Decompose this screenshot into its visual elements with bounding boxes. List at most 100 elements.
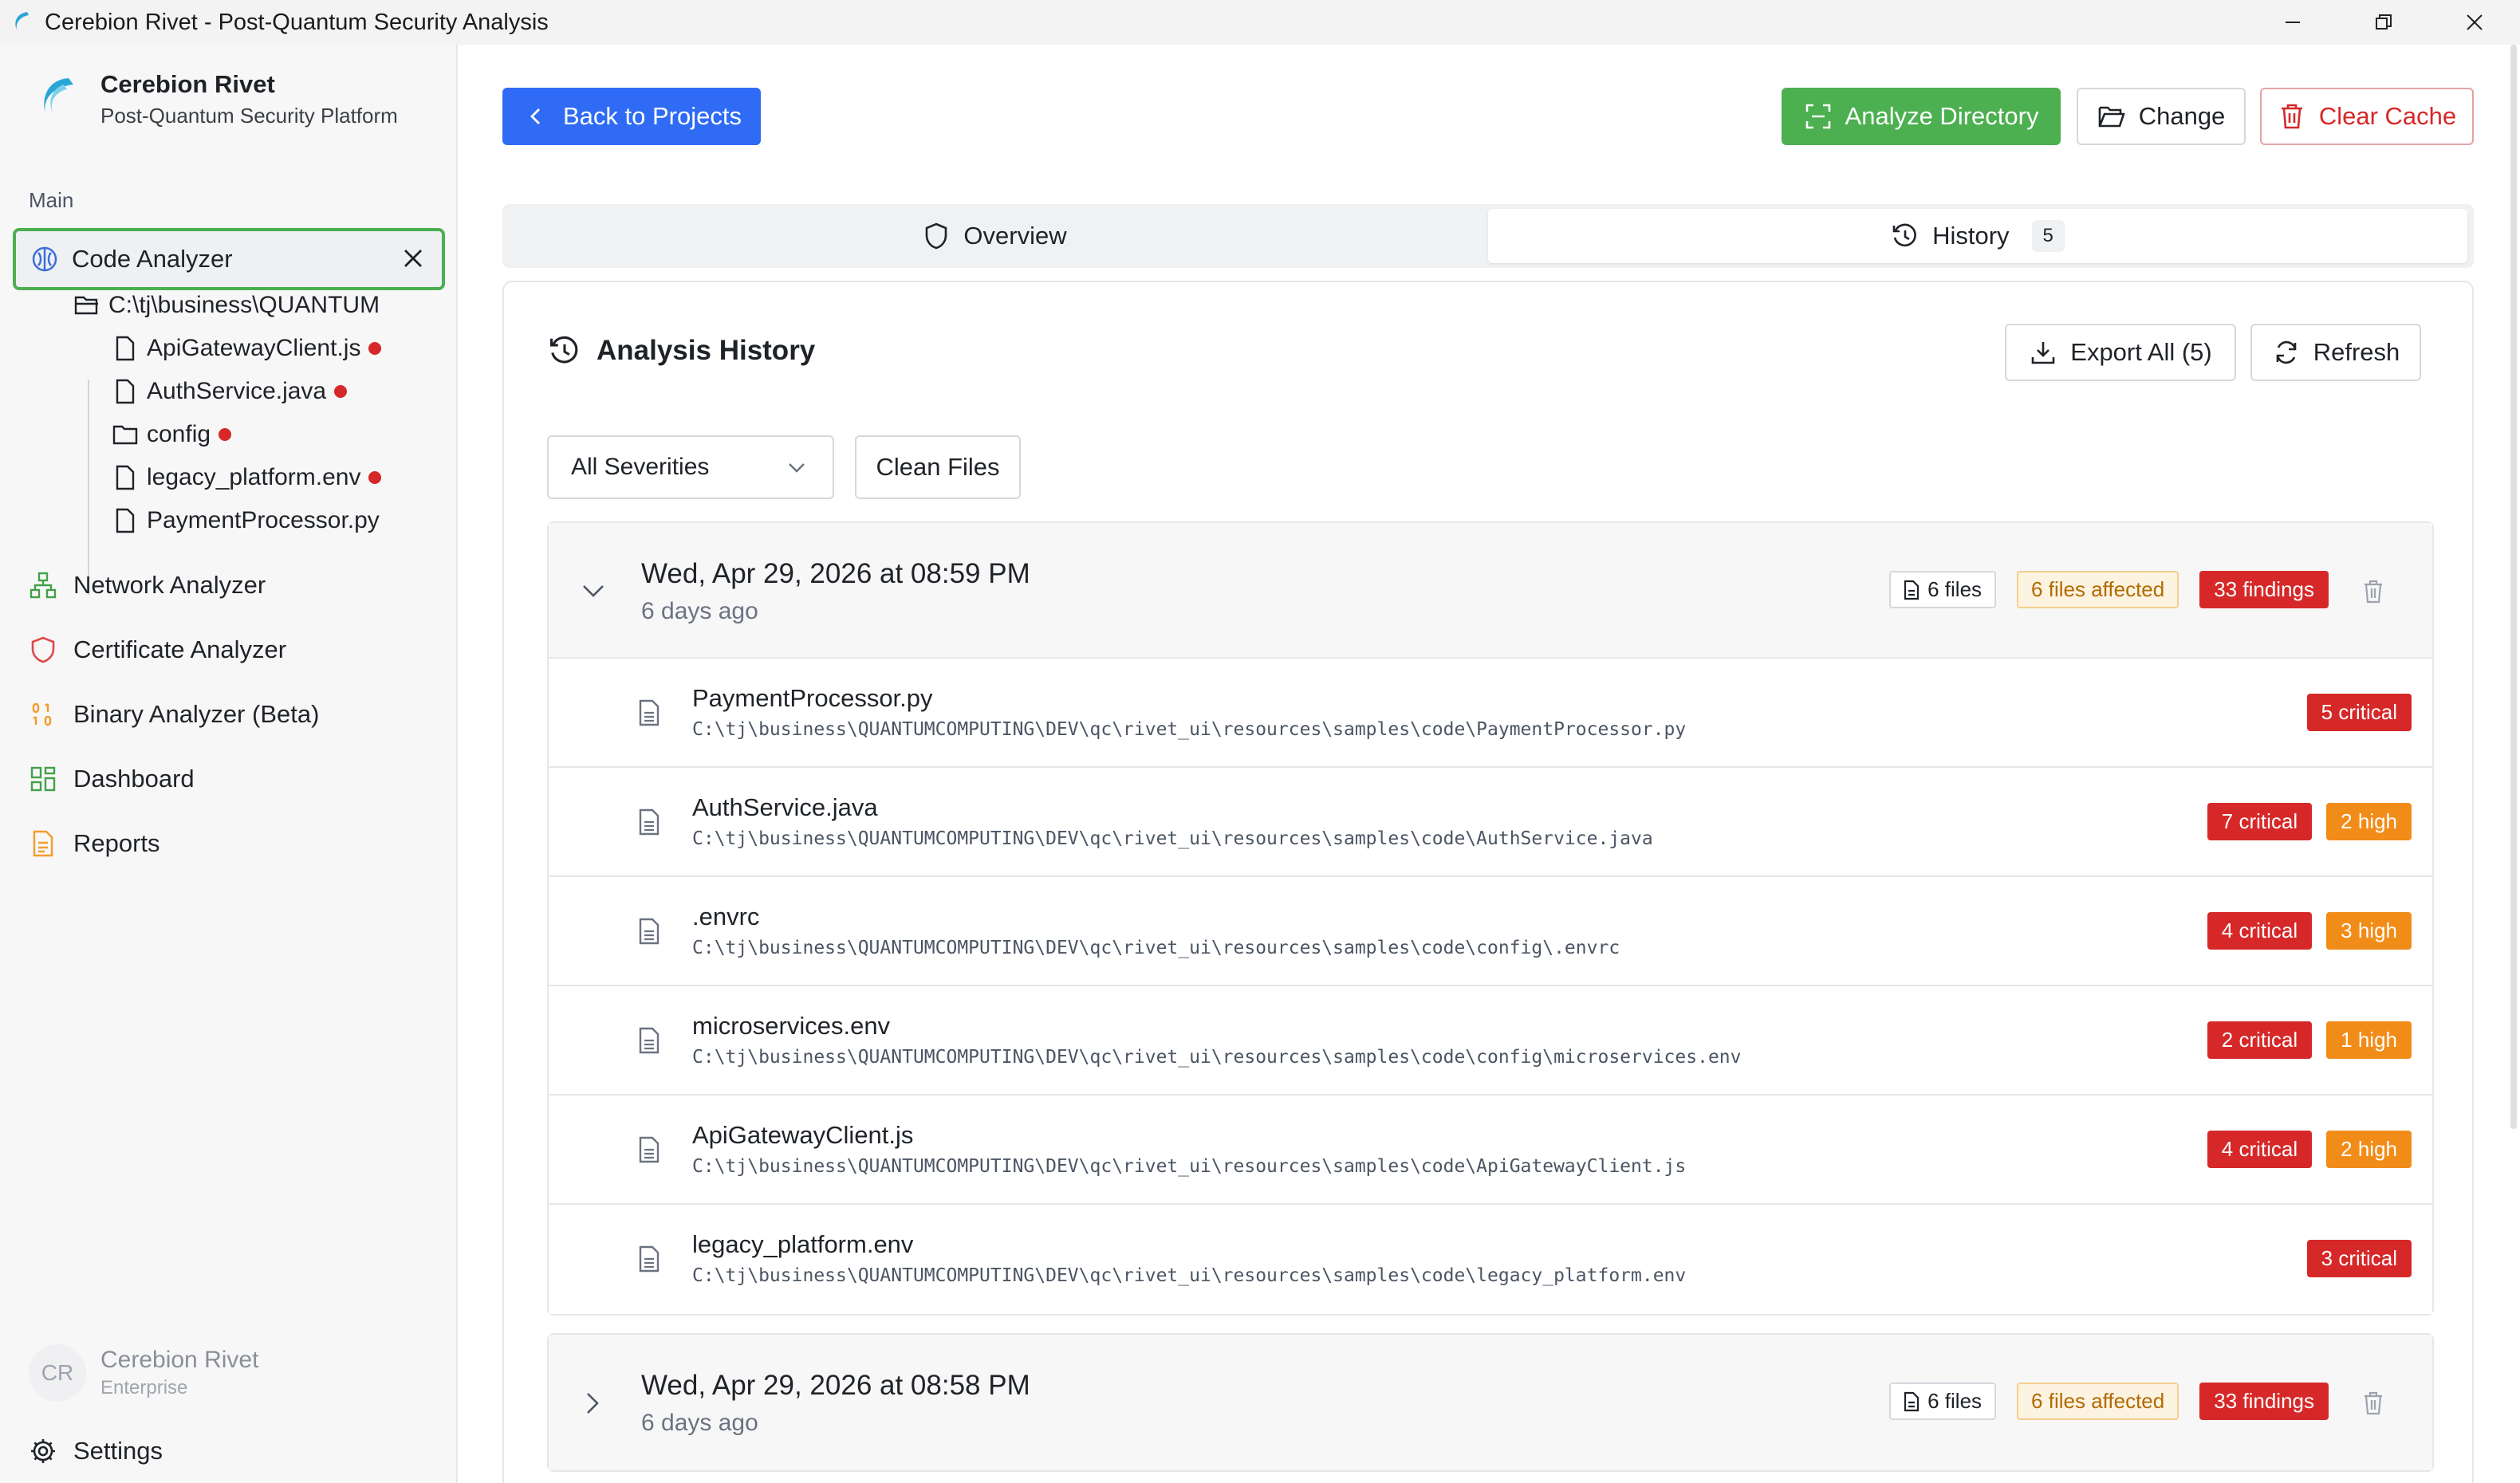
- tree-file-item[interactable]: ApiGatewayClient.js: [112, 335, 382, 362]
- report-icon: [29, 829, 57, 858]
- analysis-history-card: Analysis History Export All (5) Refresh …: [502, 281, 2474, 1483]
- refresh-label: Refresh: [2313, 338, 2400, 366]
- tree-file-item[interactable]: PaymentProcessor.py: [112, 507, 380, 534]
- sidebar-item-settings[interactable]: Settings: [29, 1437, 163, 1465]
- close-window-button[interactable]: [2429, 0, 2520, 45]
- issue-dot: [334, 385, 348, 398]
- analyze-label: Analyze Directory: [1845, 102, 2039, 130]
- change-button[interactable]: Change: [2077, 88, 2246, 145]
- main-content: Back to Projects Analyze Directory Chang…: [459, 45, 2520, 1483]
- history-icon: [1891, 222, 1920, 250]
- change-label: Change: [2138, 102, 2226, 130]
- history-entry-collapsed: Wed, Apr 29, 2026 at 08:58 PM 6 days ago…: [547, 1333, 2434, 1472]
- file-name: ApiGatewayClient.js: [692, 1121, 914, 1149]
- refresh-button[interactable]: Refresh: [2250, 324, 2421, 381]
- tree-file-item[interactable]: AuthService.java: [112, 378, 348, 405]
- sidebar-item-network-analyzer[interactable]: Network Analyzer: [29, 571, 266, 600]
- file-path: C:\tj\business\QUANTUMCOMPUTING\DEV\qc\r…: [692, 938, 1620, 958]
- sidebar-item-certificate-analyzer[interactable]: Certificate Analyzer: [29, 635, 286, 664]
- refresh-icon: [2272, 338, 2301, 367]
- tab-label: Overview: [963, 222, 1067, 250]
- brand-logo-icon: [32, 73, 85, 126]
- chevron-down-icon: [785, 456, 809, 480]
- export-all-button[interactable]: Export All (5): [2005, 324, 2236, 381]
- nav-label: Network Analyzer: [73, 571, 266, 599]
- tree-root-folder[interactable]: C:\tj\business\QUANTUM: [73, 292, 386, 319]
- critical-badge: 2 critical: [2207, 1021, 2313, 1059]
- history-entry-header[interactable]: Wed, Apr 29, 2026 at 08:58 PM 6 days ago…: [549, 1335, 2432, 1470]
- binary-icon: [29, 700, 57, 729]
- chevron-left-icon: [522, 102, 550, 131]
- file-text-icon: [633, 1241, 665, 1276]
- tree-item-label: ApiGatewayClient.js: [147, 335, 361, 361]
- gear-icon: [29, 1437, 57, 1465]
- minimize-button[interactable]: [2247, 0, 2338, 45]
- chevron-down-icon[interactable]: [577, 576, 609, 608]
- high-badge: 2 high: [2326, 1131, 2412, 1168]
- trash-icon[interactable]: [2357, 1387, 2389, 1419]
- tree-file-item[interactable]: legacy_platform.env: [112, 464, 382, 491]
- scrollbar[interactable]: [2507, 45, 2520, 1483]
- file-name: legacy_platform.env: [692, 1230, 914, 1258]
- sidebar: Cerebion Rivet Post-Quantum Security Pla…: [0, 45, 458, 1483]
- brand-subtitle: Post-Quantum Security Platform: [100, 104, 398, 128]
- section-label-main: Main: [29, 188, 74, 212]
- files-affected-badge: 6 files affected: [2017, 571, 2179, 608]
- history-file-row[interactable]: AuthService.java C:\tj\business\QUANTUMC…: [549, 768, 2432, 877]
- clear-cache-label: Clear Cache: [2318, 102, 2457, 130]
- user-profile[interactable]: CR Cerebion Rivet Enterprise: [29, 1344, 258, 1402]
- brand-name: Cerebion Rivet: [100, 70, 275, 98]
- analyze-directory-button[interactable]: Analyze Directory: [1782, 88, 2061, 145]
- file-text-icon: [633, 695, 665, 730]
- tab-overview[interactable]: Overview: [507, 209, 1482, 263]
- history-entry-header[interactable]: Wed, Apr 29, 2026 at 08:59 PM 6 days ago…: [549, 523, 2432, 659]
- tab-history[interactable]: History 5: [1488, 209, 2467, 263]
- file-text-icon: [633, 1023, 665, 1058]
- tree-guide-line: [88, 380, 89, 595]
- tree-folder-item[interactable]: config: [112, 421, 232, 448]
- issue-dot: [368, 342, 382, 355]
- sidebar-item-reports[interactable]: Reports: [29, 829, 160, 858]
- avatar: CR: [29, 1344, 86, 1402]
- clean-files-button[interactable]: Clean Files: [855, 435, 1021, 499]
- files-affected-badge: 6 files affected: [2017, 1383, 2179, 1420]
- chevron-right-icon[interactable]: [577, 1387, 609, 1419]
- file-icon: [112, 464, 139, 491]
- settings-label: Settings: [73, 1437, 163, 1465]
- history-file-row[interactable]: legacy_platform.env C:\tj\business\QUANT…: [549, 1205, 2432, 1314]
- history-file-row[interactable]: PaymentProcessor.py C:\tj\business\QUANT…: [549, 659, 2432, 768]
- tree-item-label: config: [147, 421, 211, 447]
- nav-label: Binary Analyzer (Beta): [73, 700, 320, 728]
- files-count-text: 6 files: [1927, 1389, 1983, 1413]
- severity-filter-select[interactable]: All Severities: [547, 435, 834, 499]
- history-file-row[interactable]: .envrc C:\tj\business\QUANTUMCOMPUTING\D…: [549, 877, 2432, 986]
- history-entry-expanded: Wed, Apr 29, 2026 at 08:59 PM 6 days ago…: [547, 521, 2434, 1316]
- issue-dot: [219, 428, 232, 441]
- sidebar-item-code-analyzer[interactable]: Code Analyzer: [13, 228, 445, 290]
- close-icon[interactable]: [397, 242, 429, 274]
- scrollbar-thumb[interactable]: [2510, 45, 2517, 1129]
- critical-badge: 5 critical: [2306, 694, 2412, 731]
- restore-button[interactable]: [2338, 0, 2429, 45]
- history-file-row[interactable]: ApiGatewayClient.js C:\tj\business\QUANT…: [549, 1096, 2432, 1205]
- tab-bar: Overview History 5: [502, 204, 2474, 268]
- back-to-projects-button[interactable]: Back to Projects: [502, 88, 761, 145]
- clear-cache-button[interactable]: Clear Cache: [2260, 88, 2474, 145]
- file-icon: [112, 378, 139, 405]
- trash-icon[interactable]: [2357, 576, 2389, 608]
- issue-dot: [368, 471, 382, 484]
- files-count-badge: 6 files: [1889, 1383, 1997, 1420]
- network-icon: [29, 571, 57, 600]
- folder-open-icon: [73, 292, 100, 319]
- user-plan: Enterprise: [100, 1377, 188, 1398]
- sidebar-item-binary-analyzer[interactable]: Binary Analyzer (Beta): [29, 700, 319, 729]
- file-path: C:\tj\business\QUANTUMCOMPUTING\DEV\qc\r…: [692, 719, 1687, 740]
- sidebar-item-dashboard[interactable]: Dashboard: [29, 765, 195, 793]
- history-file-row[interactable]: microservices.env C:\tj\business\QUANTUM…: [549, 986, 2432, 1096]
- export-label: Export All (5): [2070, 338, 2212, 366]
- user-name: Cerebion Rivet: [100, 1347, 259, 1373]
- back-label: Back to Projects: [563, 102, 742, 130]
- entry-relative-time: 6 days ago: [641, 1410, 758, 1436]
- tree-root-label: C:\tj\business\QUANTUM: [108, 292, 380, 318]
- file-icon: [1904, 1391, 1920, 1412]
